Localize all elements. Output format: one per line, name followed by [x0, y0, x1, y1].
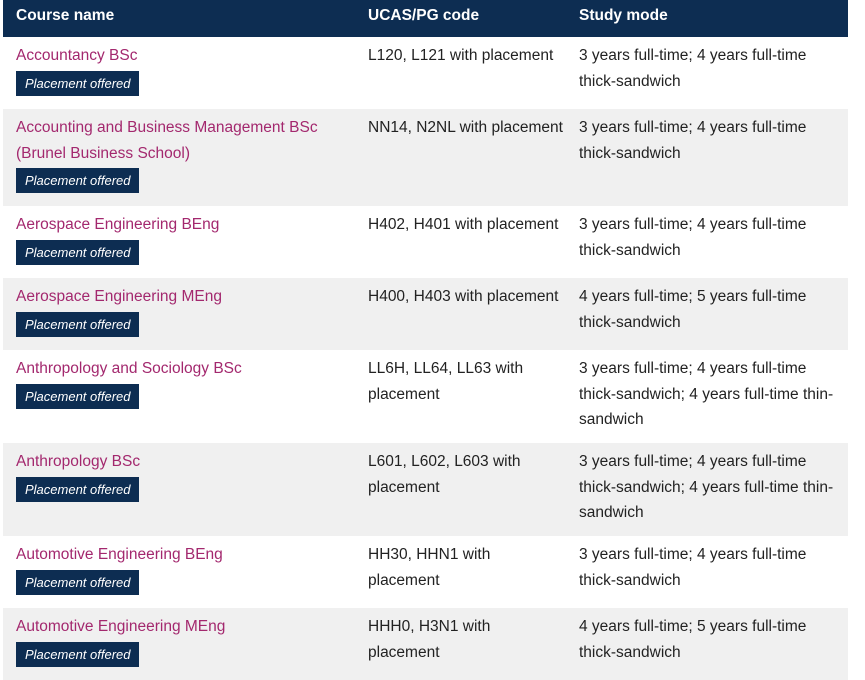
course-cell: Aerospace Engineering MEng Placement off… [3, 284, 355, 350]
table-row: Aerospace Engineering BEng Placement off… [3, 206, 848, 278]
placement-badge: Placement offered [16, 476, 139, 502]
course-link[interactable]: Anthropology and Sociology BSc [16, 356, 355, 382]
study-mode: 4 years full-time; 5 years full-time thi… [579, 288, 807, 331]
placement-badge: Placement offered [16, 168, 139, 193]
course-cell: Accounting and Business Management BSc (… [3, 115, 355, 206]
course-cell: Automotive Engineering MEng Placement of… [3, 614, 355, 680]
header-ucas-code: UCAS/PG code [368, 7, 480, 24]
header-study-mode: Study mode [579, 7, 668, 24]
placement-badge: Placement offered [16, 311, 139, 337]
course-cell: Automotive Engineering BEng Placement of… [3, 542, 355, 608]
study-mode: 3 years full-time; 4 years full-time thi… [579, 119, 807, 162]
table-row: Automotive Engineering MEng Placement of… [3, 608, 848, 680]
course-cell: Accountancy BSc Placement offered [3, 43, 355, 109]
table-row: Accountancy BSc Placement offered L120, … [3, 37, 848, 109]
course-link[interactable]: Aerospace Engineering BEng [16, 212, 355, 238]
placement-badge: Placement offered [16, 383, 139, 409]
ucas-code: H400, H403 with placement [368, 288, 559, 305]
course-link[interactable]: Anthropology BSc [16, 449, 355, 475]
course-link[interactable]: Accounting and Business Management BSc (… [16, 115, 355, 166]
study-mode: 3 years full-time; 4 years full-time thi… [579, 216, 807, 259]
courses-table: Course name UCAS/PG code Study mode Acco… [3, 0, 848, 680]
table-row: Anthropology and Sociology BSc Placement… [3, 350, 848, 443]
table-row: Anthropology BSc Placement offered L601,… [3, 443, 848, 536]
header-course-name: Course name [16, 7, 115, 24]
study-mode: 3 years full-time; 4 years full-time thi… [579, 453, 834, 521]
study-mode: 3 years full-time; 4 years full-time thi… [579, 47, 807, 90]
ucas-code: L120, L121 with placement [368, 47, 554, 64]
study-mode: 3 years full-time; 4 years full-time thi… [579, 360, 834, 428]
course-link[interactable]: Aerospace Engineering MEng [16, 284, 355, 310]
course-link[interactable]: Automotive Engineering MEng [16, 614, 355, 640]
course-link[interactable]: Accountancy BSc [16, 43, 355, 69]
ucas-code: HH30, HHN1 with placement [368, 546, 491, 589]
course-cell: Aerospace Engineering BEng Placement off… [3, 212, 355, 278]
ucas-code: HHH0, H3N1 with placement [368, 618, 491, 661]
course-cell: Anthropology and Sociology BSc Placement… [3, 356, 355, 443]
placement-badge: Placement offered [16, 569, 139, 595]
ucas-code: NN14, N2NL with placement [368, 119, 563, 136]
table-row: Automotive Engineering BEng Placement of… [3, 536, 848, 608]
placement-badge: Placement offered [16, 641, 139, 667]
table-row: Aerospace Engineering MEng Placement off… [3, 278, 848, 350]
placement-badge: Placement offered [16, 70, 139, 96]
ucas-code: L601, L602, L603 with placement [368, 453, 521, 496]
ucas-code: H402, H401 with placement [368, 216, 559, 233]
course-link[interactable]: Automotive Engineering BEng [16, 542, 355, 568]
study-mode: 3 years full-time; 4 years full-time thi… [579, 546, 807, 589]
ucas-code: LL6H, LL64, LL63 with placement [368, 360, 524, 403]
study-mode: 4 years full-time; 5 years full-time thi… [579, 618, 807, 661]
course-cell: Anthropology BSc Placement offered [3, 449, 355, 536]
table-header: Course name UCAS/PG code Study mode [3, 0, 848, 37]
placement-badge: Placement offered [16, 239, 139, 265]
table-row: Accounting and Business Management BSc (… [3, 109, 848, 206]
